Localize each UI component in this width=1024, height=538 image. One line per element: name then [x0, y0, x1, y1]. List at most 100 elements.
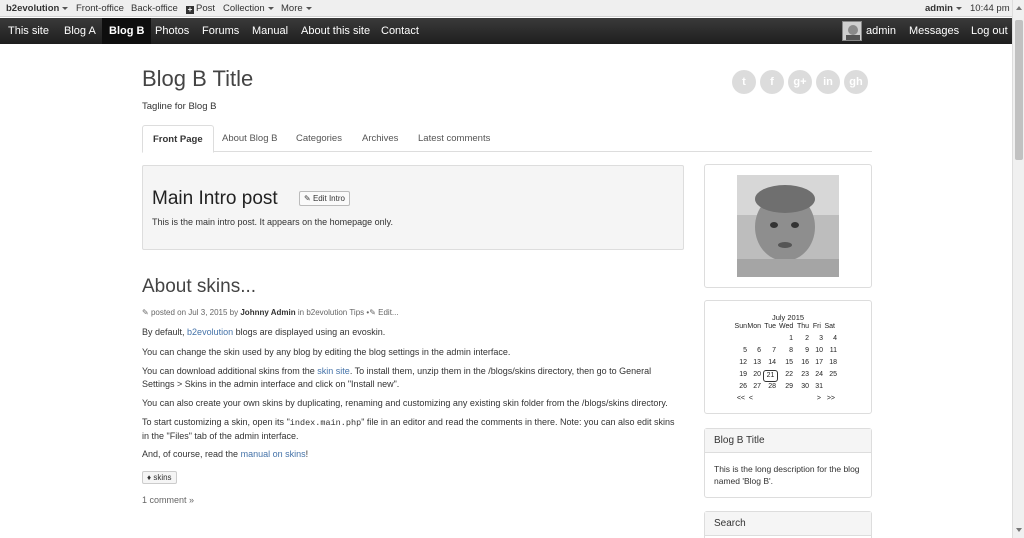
weekday: Sat — [824, 323, 835, 330]
evobar: b2evolution Front-office Back-office + Po… — [0, 0, 1012, 17]
weekday: Sun — [734, 323, 747, 330]
weekday: Tue — [764, 323, 776, 330]
calendar-day: 16 — [801, 359, 809, 366]
nav-item-contact[interactable]: Contact — [381, 18, 419, 44]
intro-text: This is the main intro post. It appears … — [152, 217, 393, 227]
post-paragraph-6: And, of course, read the manual on skins… — [142, 448, 682, 461]
facebook-icon[interactable]: f — [760, 70, 784, 94]
nav-item-blog-a[interactable]: Blog A — [64, 18, 96, 44]
calendar-week: 19 20 21 22 23 24 25 — [737, 370, 845, 383]
nav-item-blog-b[interactable]: Blog B — [102, 18, 152, 44]
nav-item-manual[interactable]: Manual — [252, 18, 288, 44]
calendar-prev-month[interactable]: < — [739, 395, 753, 402]
calendar-day: 11 — [829, 347, 837, 354]
manual-on-skins-link[interactable]: manual on skins — [241, 449, 306, 459]
calendar-day: 9 — [805, 347, 809, 354]
post-edit-link[interactable]: Edit... — [378, 308, 398, 317]
evobar-back-office-link[interactable]: Back-office — [131, 3, 178, 14]
post-author[interactable]: Johnny Admin — [240, 308, 295, 317]
about-widget-title: Blog B Title — [705, 429, 871, 453]
chevron-down-icon — [62, 6, 69, 10]
google-plus-icon[interactable]: g+ — [788, 70, 812, 94]
tab-about-blog-b[interactable]: About Blog B — [222, 125, 277, 152]
calendar-day: 5 — [743, 347, 747, 354]
chevron-down-icon — [267, 6, 274, 10]
tab-front-page[interactable]: Front Page — [142, 125, 214, 153]
linkedin-glyph: in — [823, 76, 833, 88]
post-category[interactable]: b2evolution Tips — [306, 308, 364, 317]
evobar-post-link[interactable]: + Post — [186, 3, 215, 14]
calendar-day: 28 — [768, 383, 776, 390]
calendar-day: 30 — [801, 383, 809, 390]
scroll-up-icon[interactable] — [1016, 6, 1022, 10]
calendar-today[interactable]: 21 — [763, 370, 778, 382]
twitter-icon[interactable]: t — [732, 70, 756, 94]
calendar-day: 4 — [833, 335, 837, 342]
tab-latest-comments[interactable]: Latest comments — [418, 125, 490, 152]
b2evolution-link[interactable]: b2evolution — [187, 327, 233, 337]
nav-item-about-this-site[interactable]: About this site — [301, 18, 370, 44]
p3-text: You can download additional skins from t… — [142, 366, 315, 376]
nav-item-forums[interactable]: Forums — [202, 18, 239, 44]
comments-link[interactable]: 1 comment » — [142, 495, 194, 505]
calendar-week: 5 6 7 8 9 10 11 — [737, 347, 845, 359]
skin-site-link[interactable]: skin site — [317, 366, 350, 376]
tag-label: skins — [153, 473, 172, 482]
calendar-week: 26 27 28 29 30 31 — [737, 383, 845, 395]
edit-intro-button[interactable]: ✎ Edit Intro — [299, 191, 350, 206]
blog-title[interactable]: Blog B Title — [142, 66, 253, 92]
about-widget-text: This is the long description for the blo… — [714, 464, 860, 486]
post-title[interactable]: About skins... — [142, 276, 256, 298]
calendar-day: 19 — [739, 371, 747, 378]
evobar-brand-menu[interactable]: b2evolution — [6, 3, 69, 14]
evobar-user-menu[interactable]: admin — [925, 3, 962, 14]
chevron-down-icon — [955, 6, 962, 10]
intro-title: Main Intro post — [152, 188, 278, 209]
calendar-day: 2 — [805, 335, 809, 342]
calendar-day: 6 — [757, 347, 761, 354]
nav-logout-link[interactable]: Log out — [971, 18, 1008, 44]
github-icon[interactable]: gh — [844, 70, 868, 94]
nav-messages-link[interactable]: Messages — [909, 18, 959, 44]
calendar-next-month[interactable]: > — [807, 395, 821, 402]
scrollbar-thumb[interactable] — [1015, 20, 1023, 160]
post-meta-in: in — [297, 308, 305, 317]
tag-skins[interactable]: ♦ skins — [142, 471, 177, 484]
post-paragraph-1: By default, b2evolution blogs are displa… — [142, 326, 682, 339]
evobar-post-label: Post — [196, 3, 216, 14]
calendar-day: 3 — [819, 335, 823, 342]
evobar-user-label: admin — [925, 3, 953, 14]
evobar-more-menu[interactable]: More — [281, 3, 312, 14]
blog-about-widget: Blog B Title This is the long descriptio… — [704, 428, 872, 498]
calendar-day: 14 — [768, 359, 776, 366]
nav-item-this-site[interactable]: This site — [8, 18, 49, 44]
github-glyph: gh — [849, 76, 863, 88]
evobar-front-office-link[interactable]: Front-office — [76, 3, 124, 14]
permalink-icon[interactable]: ✎ — [142, 308, 149, 317]
post-paragraph-5: To start customizing a skin, open its "i… — [142, 416, 682, 443]
evobar-collection-menu[interactable]: Collection — [223, 3, 274, 14]
nav-user-link[interactable]: admin — [866, 18, 896, 44]
scroll-down-icon[interactable] — [1016, 528, 1022, 532]
post-paragraph-3: You can download additional skins from t… — [142, 365, 682, 391]
p1-text-end: blogs are displayed using an evoskin. — [235, 327, 386, 337]
evobar-time: 10:44 pm — [970, 3, 1010, 14]
edit-intro-label: Edit Intro — [312, 194, 345, 203]
calendar-week: 1 2 3 4 — [737, 335, 845, 347]
twitter-glyph: t — [742, 76, 746, 88]
chevron-down-icon — [305, 6, 312, 10]
tab-categories[interactable]: Categories — [296, 125, 342, 152]
tab-archives[interactable]: Archives — [362, 125, 398, 152]
p6-text-end: ! — [305, 449, 309, 459]
edit-icon[interactable]: ✎ — [369, 308, 376, 317]
user-avatar[interactable] — [842, 21, 862, 41]
page-scrollbar[interactable] — [1012, 0, 1024, 538]
calendar-day: 29 — [785, 383, 793, 390]
calendar-next-year[interactable]: >> — [821, 395, 835, 402]
profile-photo[interactable] — [737, 175, 839, 277]
linkedin-icon[interactable]: in — [816, 70, 840, 94]
calendar-day: 1 — [789, 335, 793, 342]
calendar-day: 25 — [829, 371, 837, 378]
nav-item-photos[interactable]: Photos — [155, 18, 189, 44]
google-plus-glyph: g+ — [793, 76, 807, 88]
